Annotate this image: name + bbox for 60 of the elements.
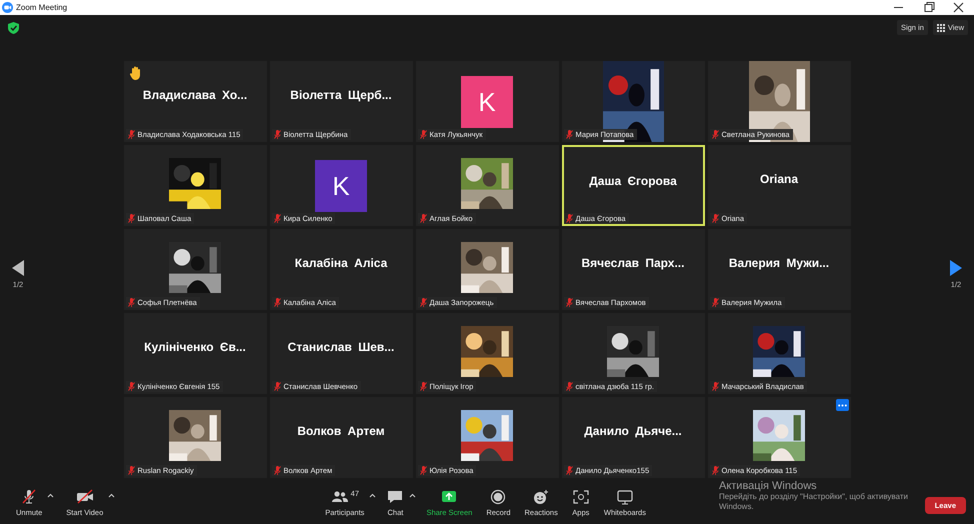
muted-mic-icon (274, 130, 280, 139)
caret-icon[interactable] (369, 493, 376, 498)
participant-display-name: Вячеслав Парх... (582, 256, 684, 270)
muted-mic-icon (128, 214, 134, 223)
smiley-icon (532, 489, 550, 505)
muted-mic-icon (420, 130, 426, 139)
muted-mic-icon (712, 382, 718, 391)
participant-display-name: Волков Артем (297, 424, 385, 438)
people-icon (330, 489, 349, 505)
participant-display-name: Віолетта Щерб... (290, 88, 392, 102)
muted-mic-icon (274, 466, 280, 475)
share-screen-icon (440, 489, 458, 505)
apps-icon (572, 489, 590, 505)
activation-notice-title: Активація Windows (719, 480, 818, 492)
participant-display-name: Oriana (760, 172, 798, 186)
muted-mic-icon (420, 214, 426, 223)
participant-display-name: Кулініченко Єв... (144, 340, 246, 354)
muted-mic-icon (128, 382, 134, 391)
muted-mic-icon (274, 298, 280, 307)
previous-page-icon[interactable] (12, 260, 24, 276)
caret-icon[interactable] (108, 493, 116, 498)
activation-notice-text: Перейдіть до розділу "Настройки", щоб активувати Windows. (719, 492, 909, 512)
muted-mic-icon (20, 489, 38, 505)
muted-mic-icon (420, 382, 426, 391)
avatar: K (461, 76, 513, 128)
caret-icon[interactable] (409, 493, 416, 498)
record-icon (489, 489, 508, 505)
participant-display-name: Даша Єгорова (589, 174, 677, 188)
muted-mic-icon (420, 466, 426, 475)
muted-mic-icon (566, 382, 572, 391)
window-title: Zoom Meeting (16, 3, 68, 12)
chat-icon (386, 489, 404, 505)
muted-mic-icon (712, 130, 718, 139)
muted-mic-icon (566, 130, 572, 139)
muted-mic-icon (420, 298, 426, 307)
whiteboard-icon (616, 489, 634, 505)
participant-display-name: Валерия Мужи... (728, 256, 830, 270)
next-page-icon[interactable] (950, 260, 962, 276)
muted-mic-icon (566, 214, 572, 223)
more-icon (838, 404, 846, 406)
participant-display-name: Владислава Хо... (142, 88, 248, 102)
caret-icon[interactable] (47, 493, 54, 498)
muted-mic-icon (566, 466, 572, 475)
muted-mic-icon (712, 466, 718, 475)
muted-mic-icon (712, 298, 718, 307)
muted-mic-icon (712, 214, 718, 223)
video-off-icon (76, 489, 94, 505)
muted-mic-icon (128, 298, 134, 307)
muted-mic-icon (274, 214, 280, 223)
muted-mic-icon (128, 130, 134, 139)
more-options-button[interactable] (836, 399, 848, 411)
muted-mic-icon (566, 298, 572, 307)
participant-display-name: Станислав Шев... (288, 340, 394, 354)
muted-mic-icon (274, 382, 280, 391)
avatar: K (315, 160, 367, 212)
security-shield-icon[interactable] (8, 22, 19, 34)
muted-mic-icon (128, 466, 134, 475)
participant-display-name: Данило Дьяче... (584, 424, 682, 438)
grid-icon (936, 24, 945, 32)
participant-display-name: Калабіна Аліса (294, 256, 388, 270)
